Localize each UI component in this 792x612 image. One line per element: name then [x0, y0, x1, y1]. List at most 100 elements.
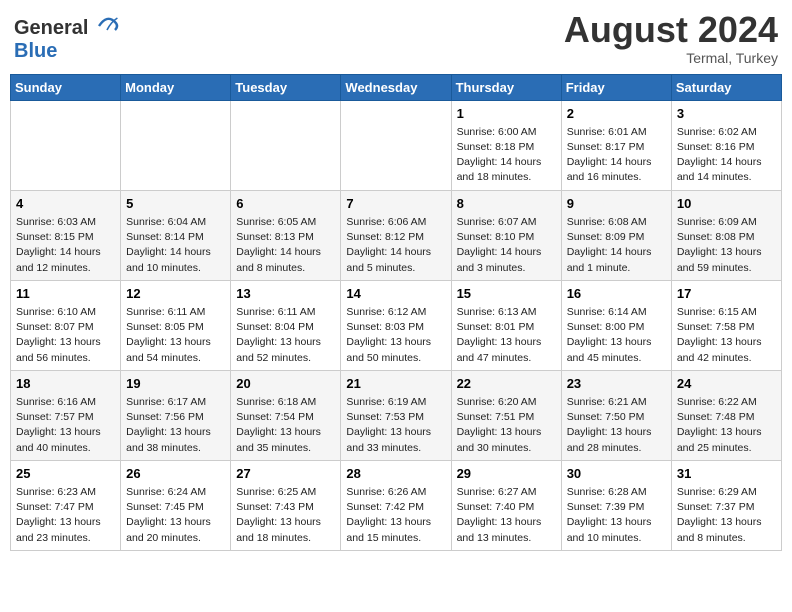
day-info: Sunrise: 6:28 AM Sunset: 7:39 PM Dayligh…: [567, 485, 666, 546]
day-info: Sunrise: 6:01 AM Sunset: 8:17 PM Dayligh…: [567, 125, 666, 186]
day-number: 31: [677, 465, 776, 483]
calendar-cell: 16Sunrise: 6:14 AM Sunset: 8:00 PM Dayli…: [561, 280, 671, 370]
calendar-cell: 10Sunrise: 6:09 AM Sunset: 8:08 PM Dayli…: [671, 190, 781, 280]
calendar-table: SundayMondayTuesdayWednesdayThursdayFrid…: [10, 74, 782, 551]
calendar-week-row: 18 Sunrise: 6:16 AM Sunset: 7:57 PM Dayli…: [11, 370, 782, 460]
weekday-header-sunday: Sunday: [11, 74, 121, 100]
day-number: 4: [16, 195, 115, 213]
day-info: Sunrise: 6:06 AM Sunset: 8:12 PM Dayligh…: [346, 215, 445, 276]
day-number: 11: [16, 285, 115, 303]
day-info: Sunrise: 6:29 AM Sunset: 7:37 PM Dayligh…: [677, 485, 776, 546]
day-number: 29: [457, 465, 556, 483]
calendar-week-row: 25Sunrise: 6:23 AM Sunset: 7:47 PM Dayli…: [11, 460, 782, 550]
day-number: 23: [567, 375, 666, 393]
calendar-cell: 1 Sunrise: 6:00 AM Sunset: 8:18 PM Daylig…: [451, 100, 561, 190]
calendar-cell: 19 Sunrise: 6:17 AM Sunset: 7:56 PM Dayli…: [121, 370, 231, 460]
weekday-header-tuesday: Tuesday: [231, 74, 341, 100]
calendar-cell: 3 Sunrise: 6:02 AM Sunset: 8:16 PM Daylig…: [671, 100, 781, 190]
calendar-cell: 14 Sunrise: 6:12 AM Sunset: 8:03 PM Dayli…: [341, 280, 451, 370]
weekday-header-monday: Monday: [121, 74, 231, 100]
calendar-cell: [11, 100, 121, 190]
day-number: 13: [236, 285, 335, 303]
calendar-week-row: 11 Sunrise: 6:10 AM Sunset: 8:07 PM Dayli…: [11, 280, 782, 370]
day-number: 9: [567, 195, 666, 213]
day-number: 30: [567, 465, 666, 483]
day-info: Sunrise: 6:26 AM Sunset: 7:42 PM Dayligh…: [346, 485, 445, 546]
calendar-cell: 4 Sunrise: 6:03 AM Sunset: 8:15 PM Daylig…: [11, 190, 121, 280]
logo-icon: [95, 10, 119, 34]
day-number: 10: [677, 195, 776, 213]
day-number: 3: [677, 105, 776, 123]
day-number: 14: [346, 285, 445, 303]
day-number: 18: [16, 375, 115, 393]
day-info: Sunrise: 6:05 AM Sunset: 8:13 PM Dayligh…: [236, 215, 335, 276]
day-number: 12: [126, 285, 225, 303]
calendar-cell: 7 Sunrise: 6:06 AM Sunset: 8:12 PM Daylig…: [341, 190, 451, 280]
day-info: Sunrise: 6:21 AM Sunset: 7:50 PM Dayligh…: [567, 395, 666, 456]
calendar-cell: 30 Sunrise: 6:28 AM Sunset: 7:39 PM Dayli…: [561, 460, 671, 550]
calendar-cell: 24Sunrise: 6:22 AM Sunset: 7:48 PM Dayli…: [671, 370, 781, 460]
calendar-cell: 6 Sunrise: 6:05 AM Sunset: 8:13 PM Daylig…: [231, 190, 341, 280]
calendar-cell: [341, 100, 451, 190]
month-year-title: August 2024: [564, 10, 778, 50]
logo-text-blue: Blue: [14, 40, 57, 62]
calendar-cell: 28Sunrise: 6:26 AM Sunset: 7:42 PM Dayli…: [341, 460, 451, 550]
day-number: 8: [457, 195, 556, 213]
day-number: 24: [677, 375, 776, 393]
calendar-week-row: 1 Sunrise: 6:00 AM Sunset: 8:18 PM Daylig…: [11, 100, 782, 190]
day-number: 15: [457, 285, 556, 303]
calendar-cell: 18 Sunrise: 6:16 AM Sunset: 7:57 PM Dayli…: [11, 370, 121, 460]
day-info: Sunrise: 6:24 AM Sunset: 7:45 PM Dayligh…: [126, 485, 225, 546]
calendar-cell: 23 Sunrise: 6:21 AM Sunset: 7:50 PM Dayli…: [561, 370, 671, 460]
day-info: Sunrise: 6:12 AM Sunset: 8:03 PM Dayligh…: [346, 305, 445, 366]
day-number: 26: [126, 465, 225, 483]
page-header: General Blue August 2024 Termal, Turkey: [10, 10, 782, 66]
calendar-cell: 21Sunrise: 6:19 AM Sunset: 7:53 PM Dayli…: [341, 370, 451, 460]
day-info: Sunrise: 6:11 AM Sunset: 8:05 PM Dayligh…: [126, 305, 225, 366]
day-number: 2: [567, 105, 666, 123]
title-block: August 2024 Termal, Turkey: [564, 10, 778, 66]
day-info: Sunrise: 6:11 AM Sunset: 8:04 PM Dayligh…: [236, 305, 335, 366]
weekday-header-wednesday: Wednesday: [341, 74, 451, 100]
weekday-header-friday: Friday: [561, 74, 671, 100]
day-number: 19: [126, 375, 225, 393]
day-info: Sunrise: 6:04 AM Sunset: 8:14 PM Dayligh…: [126, 215, 225, 276]
day-number: 7: [346, 195, 445, 213]
calendar-cell: 17Sunrise: 6:15 AM Sunset: 7:58 PM Dayli…: [671, 280, 781, 370]
day-info: Sunrise: 6:03 AM Sunset: 8:15 PM Dayligh…: [16, 215, 115, 276]
calendar-cell: 8 Sunrise: 6:07 AM Sunset: 8:10 PM Daylig…: [451, 190, 561, 280]
calendar-cell: [121, 100, 231, 190]
day-info: Sunrise: 6:00 AM Sunset: 8:18 PM Dayligh…: [457, 125, 556, 186]
calendar-cell: 5Sunrise: 6:04 AM Sunset: 8:14 PM Daylig…: [121, 190, 231, 280]
calendar-cell: 25Sunrise: 6:23 AM Sunset: 7:47 PM Dayli…: [11, 460, 121, 550]
day-info: Sunrise: 6:17 AM Sunset: 7:56 PM Dayligh…: [126, 395, 225, 456]
day-number: 17: [677, 285, 776, 303]
day-info: Sunrise: 6:18 AM Sunset: 7:54 PM Dayligh…: [236, 395, 335, 456]
calendar-cell: 11 Sunrise: 6:10 AM Sunset: 8:07 PM Dayli…: [11, 280, 121, 370]
calendar-cell: 12 Sunrise: 6:11 AM Sunset: 8:05 PM Dayli…: [121, 280, 231, 370]
day-number: 6: [236, 195, 335, 213]
calendar-cell: 15Sunrise: 6:13 AM Sunset: 8:01 PM Dayli…: [451, 280, 561, 370]
day-number: 27: [236, 465, 335, 483]
day-info: Sunrise: 6:07 AM Sunset: 8:10 PM Dayligh…: [457, 215, 556, 276]
calendar-cell: 20Sunrise: 6:18 AM Sunset: 7:54 PM Dayli…: [231, 370, 341, 460]
calendar-cell: [231, 100, 341, 190]
weekday-header-thursday: Thursday: [451, 74, 561, 100]
calendar-cell: 2 Sunrise: 6:01 AM Sunset: 8:17 PM Daylig…: [561, 100, 671, 190]
day-info: Sunrise: 6:23 AM Sunset: 7:47 PM Dayligh…: [16, 485, 115, 546]
day-number: 22: [457, 375, 556, 393]
calendar-cell: 9Sunrise: 6:08 AM Sunset: 8:09 PM Daylig…: [561, 190, 671, 280]
calendar-cell: 31 Sunrise: 6:29 AM Sunset: 7:37 PM Dayli…: [671, 460, 781, 550]
logo: General Blue: [14, 10, 119, 63]
day-info: Sunrise: 6:16 AM Sunset: 7:57 PM Dayligh…: [16, 395, 115, 456]
day-number: 1: [457, 105, 556, 123]
location-subtitle: Termal, Turkey: [564, 50, 778, 66]
logo-text-general: General: [14, 17, 88, 39]
day-info: Sunrise: 6:10 AM Sunset: 8:07 PM Dayligh…: [16, 305, 115, 366]
weekday-header-row: SundayMondayTuesdayWednesdayThursdayFrid…: [11, 74, 782, 100]
day-info: Sunrise: 6:02 AM Sunset: 8:16 PM Dayligh…: [677, 125, 776, 186]
day-info: Sunrise: 6:19 AM Sunset: 7:53 PM Dayligh…: [346, 395, 445, 456]
logo-block: General Blue: [14, 10, 119, 63]
calendar-cell: 22Sunrise: 6:20 AM Sunset: 7:51 PM Dayli…: [451, 370, 561, 460]
day-info: Sunrise: 6:25 AM Sunset: 7:43 PM Dayligh…: [236, 485, 335, 546]
